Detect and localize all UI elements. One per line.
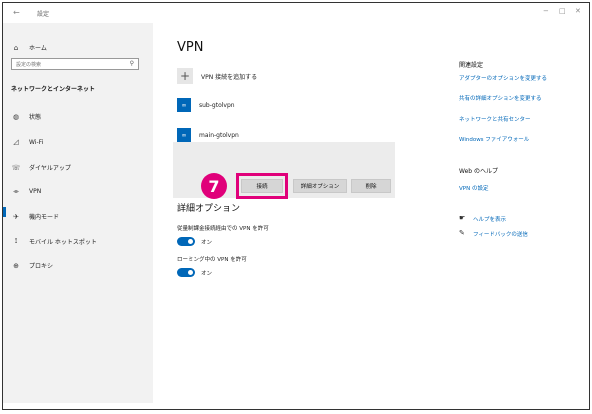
hotspot-icon: ⟟ [14, 237, 18, 245]
highlight-box [236, 173, 288, 199]
vpn-icon: ⌯ [13, 187, 19, 195]
sidebar-item-home[interactable]: ⌂ ホーム [11, 43, 47, 53]
sidebar-item-hotspot[interactable]: ⟟ モバイル ホットスポット [11, 237, 97, 246]
dialup-icon: ☏ [11, 163, 21, 172]
home-icon: ⌂ [13, 43, 19, 52]
search-placeholder: 設定の検索 [16, 62, 42, 68]
show-help-link[interactable]: ヘルプを表示 [473, 215, 506, 223]
sidebar-item-vpn[interactable]: ⌯ VPN [11, 187, 41, 196]
help-icon: ☛ [459, 214, 466, 222]
option-label: 従量制課金接続経由での VPN を許可 [177, 226, 269, 232]
vpn-connection-icon: ∞ [177, 98, 191, 112]
plus-icon: + [177, 68, 193, 84]
vpn-connection-name: main-gtolvpn [199, 131, 239, 139]
sidebar-item-label: VPN [29, 188, 42, 195]
active-indicator [3, 207, 6, 217]
step-number-badge: 7 [201, 173, 227, 199]
remove-button[interactable]: 削除 [351, 179, 391, 193]
window-title: 設定 [37, 11, 50, 18]
add-vpn-button[interactable]: + VPN 接続を追加する [177, 68, 257, 84]
related-settings-heading: 関連設定 [459, 62, 484, 69]
sidebar-item-label: ダイヤルアップ [29, 165, 71, 172]
vpn-connection-item[interactable]: ∞ main-gtolvpn [177, 128, 239, 142]
close-icon[interactable]: ✕ [575, 7, 581, 15]
related-link[interactable]: Windows ファイアウォール [459, 135, 529, 143]
feedback-icon: ✎ [459, 229, 465, 237]
toggle-switch[interactable] [177, 268, 195, 277]
feedback-link[interactable]: フィードバックの送信 [473, 230, 528, 238]
related-link[interactable]: ネットワークと共有センター [459, 115, 531, 123]
back-arrow-icon[interactable]: ← [13, 8, 20, 17]
advanced-options-button[interactable]: 詳細オプション [293, 179, 347, 193]
airplane-icon: ✈ [13, 212, 19, 221]
sidebar-item-label: ホーム [29, 45, 47, 52]
sidebar-item-label: 機内モード [29, 214, 60, 221]
sidebar: ⌂ ホーム 設定の検索 ⚲ ネットワークとインターネット ◍ 状態 ◿ Wi-F… [3, 23, 153, 403]
vpn-connection-name: sub-gtolvpn [199, 101, 235, 109]
toggle-switch[interactable] [177, 237, 195, 246]
vpn-connection-icon: ∞ [177, 128, 191, 142]
search-icon: ⚲ [129, 60, 134, 67]
search-input[interactable]: 設定の検索 ⚲ [11, 58, 139, 70]
status-icon: ◍ [12, 112, 20, 121]
minimize-icon[interactable]: − [543, 7, 549, 15]
sidebar-item-label: プロキシ [29, 263, 54, 270]
sidebar-item-proxy[interactable]: ⊕ プロキシ [11, 261, 54, 271]
related-link[interactable]: アダプターのオプションを変更する [459, 74, 547, 82]
globe-icon: ⊕ [13, 261, 19, 270]
sidebar-item-dialup[interactable]: ☏ ダイヤルアップ [11, 163, 71, 173]
main-content: VPN + VPN 接続を追加する ∞ sub-gtolvpn ∞ main-g… [153, 23, 453, 403]
web-help-heading: Web のヘルプ [459, 168, 498, 175]
advanced-options-heading: 詳細オプション [177, 204, 241, 214]
related-settings-panel: 関連設定 アダプターのオプションを変更する 共有の詳細オプションを変更する ネッ… [453, 23, 589, 403]
vpn-settings-link[interactable]: VPN の設定 [459, 184, 488, 192]
toggle-state: オン [201, 271, 213, 277]
section-heading: ネットワークとインターネット [11, 86, 96, 93]
add-vpn-label: VPN 接続を追加する [201, 73, 258, 81]
sidebar-item-label: 状態 [29, 114, 42, 121]
wifi-icon: ◿ [13, 138, 19, 146]
maximize-icon[interactable]: □ [559, 7, 566, 15]
title-bar: ← 設定 − □ ✕ [3, 3, 589, 23]
toggle-state: オン [201, 240, 213, 246]
vpn-connection-item[interactable]: ∞ sub-gtolvpn [177, 98, 235, 112]
sidebar-item-wifi[interactable]: ◿ Wi-Fi [11, 138, 43, 146]
sidebar-item-airplane[interactable]: ✈ 機内モード [11, 212, 60, 222]
option-label: ローミング中の VPN を許可 [177, 257, 247, 263]
settings-window: ← 設定 − □ ✕ ⌂ ホーム 設定の検索 ⚲ ネットワークとインターネット … [2, 2, 590, 410]
related-link[interactable]: 共有の詳細オプションを変更する [459, 94, 542, 102]
sidebar-item-label: Wi-Fi [29, 138, 44, 146]
sidebar-item-label: モバイル ホットスポット [29, 239, 97, 246]
sidebar-item-status[interactable]: ◍ 状態 [11, 112, 42, 122]
page-title: VPN [177, 40, 204, 55]
